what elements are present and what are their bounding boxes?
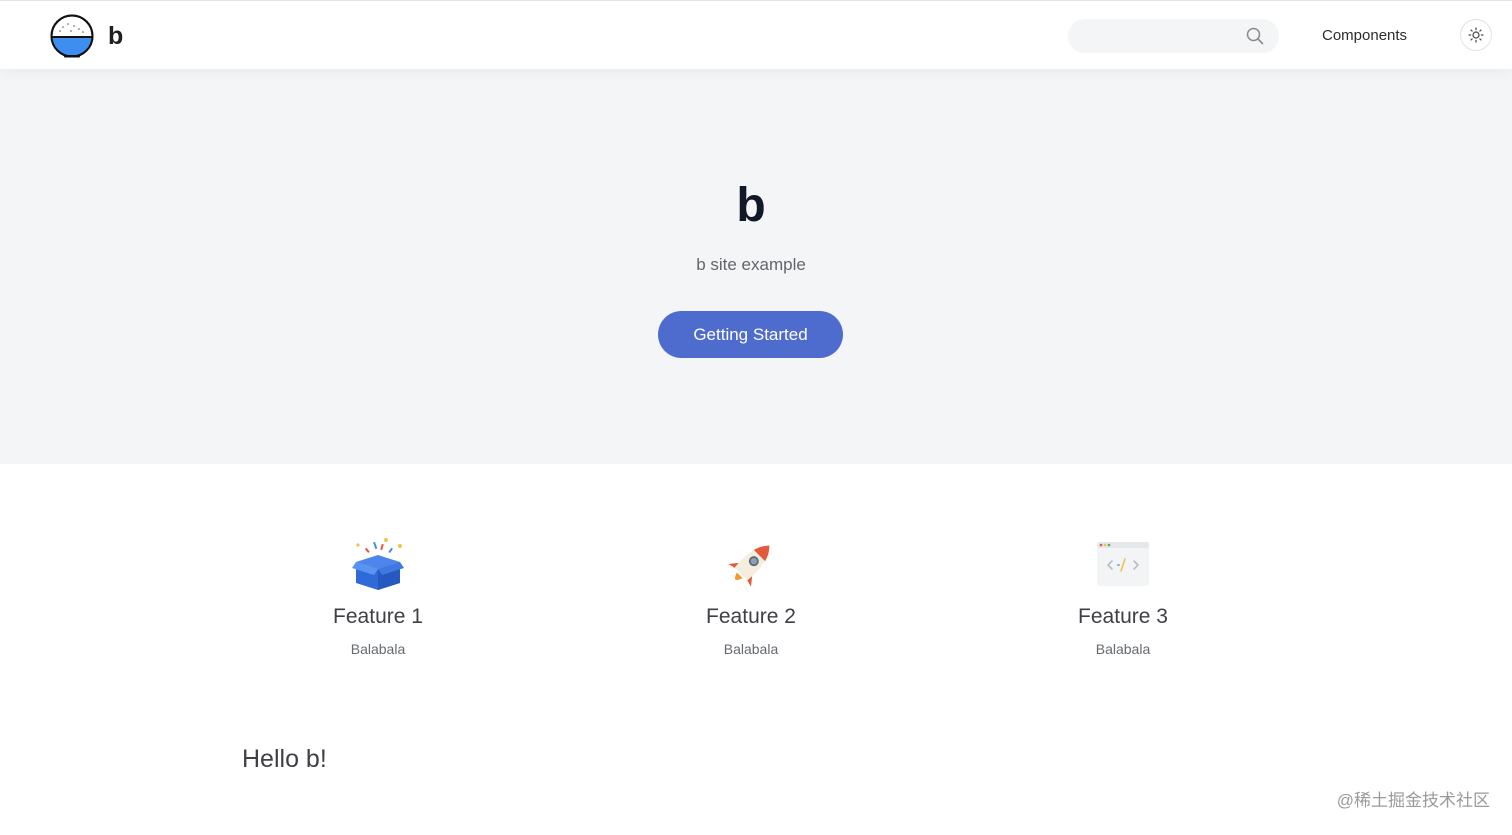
- search-icon[interactable]: [1246, 27, 1264, 45]
- search-input[interactable]: [1068, 19, 1238, 53]
- rocket-icon: [728, 545, 770, 587]
- feature-description: Balabala: [1095, 641, 1151, 657]
- feature-card: Feature 2 Balabala: [631, 536, 871, 658]
- hero-title: b: [736, 179, 766, 232]
- search-box[interactable]: [1068, 19, 1279, 53]
- getting-started-button[interactable]: Getting Started: [658, 311, 843, 358]
- feature-description: Balabala: [350, 641, 406, 657]
- nav-link-components[interactable]: Components: [1322, 26, 1407, 46]
- code-window-icon: [1097, 542, 1149, 586]
- hero-tagline: b site example: [696, 255, 806, 274]
- features-section: Feature 1 Balabala Feature 2 Balabala Fe…: [0, 464, 1512, 724]
- feature-description: Balabala: [723, 641, 779, 657]
- site-name[interactable]: b: [108, 21, 123, 51]
- site-header: b Components: [0, 0, 1512, 69]
- feature-title: Feature 3: [1078, 605, 1168, 628]
- feature-card: Feature 3 Balabala: [1003, 536, 1243, 658]
- rice-bowl-logo-icon[interactable]: [49, 13, 95, 59]
- feature-title: Feature 2: [706, 605, 796, 628]
- gift-box-icon: [352, 538, 404, 590]
- sun-icon: [1468, 27, 1484, 43]
- watermark: @稀土掘金技术社区: [1336, 791, 1490, 810]
- theme-toggle-button[interactable]: [1460, 19, 1492, 51]
- feature-title: Feature 1: [333, 605, 423, 628]
- feature-card: Feature 1 Balabala: [258, 536, 498, 658]
- content-heading: Hello b!: [242, 745, 327, 773]
- hero-section: b b site example Getting Started: [0, 69, 1512, 464]
